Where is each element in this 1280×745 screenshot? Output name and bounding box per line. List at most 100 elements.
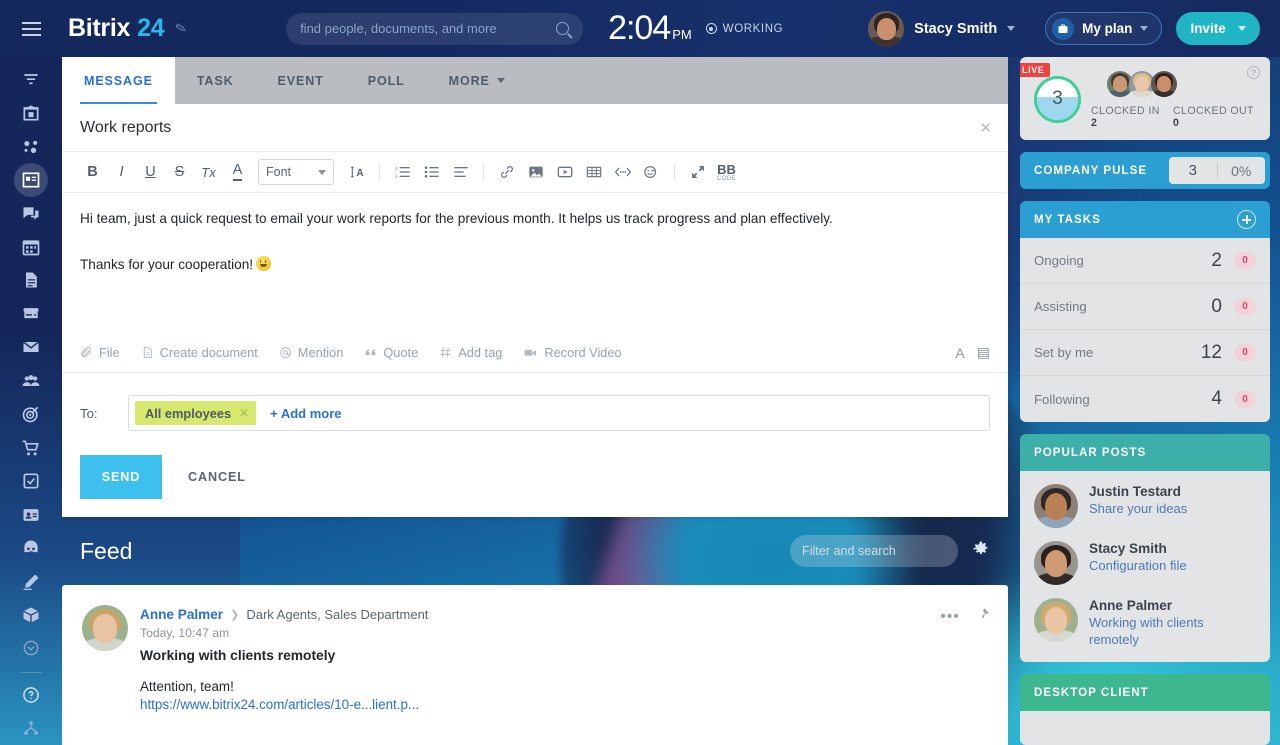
my-plan-button[interactable]: My plan	[1045, 12, 1163, 45]
sidebar-item-documents[interactable]	[11, 264, 51, 297]
feed-search-input[interactable]	[802, 544, 964, 558]
task-row-ongoing[interactable]: Ongoing 2 0	[1020, 238, 1270, 284]
task-row-set-by-me[interactable]: Set by me 12 0	[1020, 330, 1270, 376]
close-icon[interactable]: ✕	[979, 121, 992, 136]
hamburger-icon[interactable]	[0, 0, 62, 57]
text-format-toggle[interactable]: A	[955, 345, 964, 361]
live-count: 3	[1052, 88, 1063, 109]
page-title: Feed	[80, 537, 133, 564]
sidebar-item-help[interactable]	[11, 678, 51, 711]
task-row-assisting[interactable]: Assisting 0 0	[1020, 284, 1270, 330]
working-status[interactable]: WORKING	[705, 22, 784, 35]
code-button[interactable]	[608, 158, 637, 187]
tab-message[interactable]: MESSAGE	[62, 57, 175, 104]
create-document-button[interactable]: Create document	[141, 345, 258, 360]
svg-text:2: 2	[395, 173, 398, 178]
tab-poll[interactable]: POLL	[346, 57, 427, 104]
sidebar-item-mail[interactable]	[11, 331, 51, 364]
sidebar-item-feed[interactable]	[11, 163, 51, 196]
more-dots-icon[interactable]: •••	[940, 609, 960, 624]
post-link[interactable]: https://www.bitrix24.com/articles/10-e..…	[140, 697, 990, 712]
table-button[interactable]	[579, 158, 608, 187]
clock-ring-indicator[interactable]: 3	[1034, 75, 1081, 123]
sidebar-item-employees[interactable]	[11, 364, 51, 397]
settings-button[interactable]	[972, 540, 990, 563]
plus-circle-icon[interactable]	[1237, 210, 1256, 229]
pencil-icon[interactable]: ✎	[174, 19, 189, 38]
invite-button[interactable]: Invite	[1176, 12, 1260, 45]
line-height-button[interactable]: A	[342, 158, 371, 187]
list-item[interactable]: Stacy Smith Configuration file	[1020, 528, 1270, 585]
sidebar-item-tasks[interactable]	[11, 464, 51, 497]
post-author[interactable]: Anne Palmer	[140, 607, 223, 622]
task-row-following[interactable]: Following 4 0	[1020, 376, 1270, 422]
sidebar-item-more[interactable]	[11, 632, 51, 665]
sidebar-item-crm-flow[interactable]	[11, 130, 51, 163]
global-search[interactable]	[286, 12, 584, 45]
mention-button[interactable]: Mention	[279, 345, 343, 360]
company-pulse-widget[interactable]: COMPANY PULSE 3 0%	[1020, 152, 1270, 189]
message-body[interactable]: Hi team, just a quick request to email y…	[62, 193, 1008, 333]
sidebar-item-calendar[interactable]	[11, 230, 51, 263]
italic-button[interactable]: I	[107, 158, 136, 187]
user-menu[interactable]: Stacy Smith	[868, 10, 1016, 47]
sidebar-item-automation[interactable]	[11, 531, 51, 564]
sidebar-item-crm[interactable]	[11, 398, 51, 431]
sidebar-item-structure[interactable]	[11, 712, 51, 745]
bullet-list-button[interactable]	[417, 158, 446, 187]
sidebar-item-sites[interactable]	[11, 565, 51, 598]
list-item[interactable]: Anne Palmer Working with clients remotel…	[1020, 585, 1270, 662]
list-item[interactable]: Justin Testard Share your ideas	[1020, 471, 1270, 528]
tab-task[interactable]: TASK	[175, 57, 256, 104]
ordered-list-button[interactable]: 12	[388, 158, 417, 187]
tab-more[interactable]: MORE	[427, 57, 527, 104]
add-more-button[interactable]: + Add more	[270, 406, 341, 421]
left-sidebar	[0, 57, 62, 745]
send-button[interactable]: SEND	[80, 455, 162, 499]
search-input[interactable]	[300, 21, 557, 36]
record-video-button[interactable]: Record Video	[523, 345, 622, 360]
sidebar-item-drive[interactable]	[11, 297, 51, 330]
app-logo[interactable]: Bitrix 24 ✎	[68, 14, 189, 43]
image-button[interactable]	[521, 158, 550, 187]
recipient-chip[interactable]: All employees ✕	[135, 401, 257, 425]
fullscreen-button[interactable]	[683, 158, 712, 187]
bold-button[interactable]: B	[78, 158, 107, 187]
underline-button[interactable]: U	[136, 158, 165, 187]
sidebar-item-contacts[interactable]	[11, 498, 51, 531]
strikethrough-button[interactable]: S	[165, 158, 194, 187]
post-group[interactable]: Dark Agents, Sales Department	[246, 607, 428, 622]
popular-post-link[interactable]: Configuration file	[1089, 558, 1187, 575]
feed-search[interactable]	[790, 535, 964, 567]
popular-post-link[interactable]: Working with clients remotely	[1089, 615, 1256, 648]
tab-event[interactable]: EVENT	[256, 57, 346, 104]
emoji-button[interactable]	[637, 158, 666, 187]
sidebar-item-chat[interactable]	[11, 197, 51, 230]
sidebar-item-filter[interactable]	[11, 63, 51, 96]
bbcode-button[interactable]: BB CODE	[712, 158, 741, 187]
text-color-button[interactable]: A	[223, 158, 252, 187]
question-circle-icon[interactable]: ?	[1247, 66, 1260, 79]
font-select[interactable]: Font	[258, 159, 334, 185]
sidebar-item-home[interactable]	[11, 96, 51, 129]
working-status-label: WORKING	[722, 22, 784, 35]
add-tag-button[interactable]: Add tag	[439, 345, 502, 360]
home-icon	[23, 105, 39, 121]
close-icon[interactable]: ✕	[239, 406, 249, 420]
attach-file-button[interactable]: File	[80, 345, 120, 360]
clear-format-button[interactable]: Tx	[194, 158, 223, 187]
popular-post-link[interactable]: Share your ideas	[1089, 501, 1187, 518]
quote-button[interactable]: Quote	[364, 345, 418, 360]
avatar[interactable]	[1149, 69, 1179, 99]
view-mode-toggle[interactable]: ▤	[977, 344, 990, 361]
pin-icon[interactable]	[976, 607, 990, 626]
cancel-button[interactable]: CANCEL	[188, 470, 246, 484]
sidebar-item-market[interactable]	[11, 598, 51, 631]
link-button[interactable]	[492, 158, 521, 187]
recipients-field[interactable]: All employees ✕ + Add more	[128, 395, 990, 431]
bold-label: B	[87, 164, 98, 180]
align-button[interactable]	[446, 158, 475, 187]
video-button[interactable]	[550, 158, 579, 187]
subject-input[interactable]: Work reports	[80, 119, 171, 137]
sidebar-item-sales[interactable]	[11, 431, 51, 464]
